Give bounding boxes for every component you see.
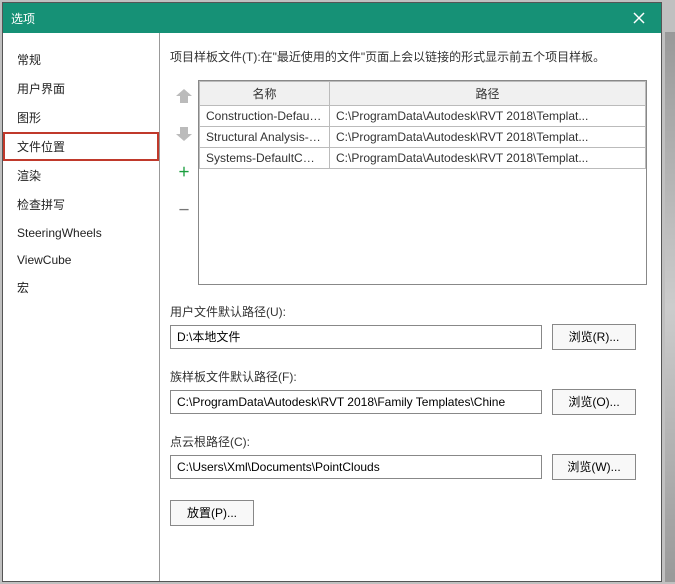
table-row[interactable]: Construction-Default... C:\ProgramData\A… xyxy=(200,105,646,126)
pointcloud-path-browse-button[interactable]: 浏览(W)... xyxy=(552,454,636,480)
col-header-name[interactable]: 名称 xyxy=(200,81,330,105)
close-button[interactable] xyxy=(617,3,661,33)
options-dialog: 选项 常规 用户界面 图形 文件位置 渲染 检查拼写 SteeringWheel… xyxy=(2,2,662,582)
user-path-label: 用户文件默认路径(U): xyxy=(170,303,647,320)
table-row[interactable]: Structural Analysis-D... C:\ProgramData\… xyxy=(200,126,646,147)
window-title: 选项 xyxy=(11,10,35,27)
sidebar-item-macros[interactable]: 宏 xyxy=(3,273,159,302)
plus-icon: ＋ xyxy=(178,163,190,180)
user-path-browse-button[interactable]: 浏览(R)... xyxy=(552,324,636,350)
cell-name: Structural Analysis-D... xyxy=(200,126,330,147)
template-table[interactable]: 名称 路径 Construction-Default... C:\Program… xyxy=(198,80,647,285)
cell-path: C:\ProgramData\Autodesk\RVT 2018\Templat… xyxy=(330,105,646,126)
cell-path: C:\ProgramData\Autodesk\RVT 2018\Templat… xyxy=(330,126,646,147)
remove-template-button[interactable]: － xyxy=(172,198,196,222)
cell-path: C:\ProgramData\Autodesk\RVT 2018\Templat… xyxy=(330,147,646,168)
sidebar-item-label: ViewCube xyxy=(17,253,71,267)
minus-icon: － xyxy=(178,201,190,218)
add-template-button[interactable]: ＋ xyxy=(172,160,196,184)
sidebar-item-label: 检查拼写 xyxy=(17,198,65,212)
family-path-input[interactable] xyxy=(170,390,542,414)
sidebar-item-label: 渲染 xyxy=(17,169,41,183)
template-description: 项目样板文件(T):在"最近使用的文件"页面上会以链接的形式显示前五个项目样板。 xyxy=(170,49,647,66)
pointcloud-path-group: 点云根路径(C): 浏览(W)... xyxy=(170,433,647,480)
sidebar-item-label: 用户界面 xyxy=(17,82,65,96)
sidebar-item-general[interactable]: 常规 xyxy=(3,45,159,74)
sidebar-item-steeringwheels[interactable]: SteeringWheels xyxy=(3,219,159,246)
sidebar-item-rendering[interactable]: 渲染 xyxy=(3,161,159,190)
sidebar-item-label: 图形 xyxy=(17,111,41,125)
cell-name: Systems-DefaultCHS... xyxy=(200,147,330,168)
family-path-label: 族样板文件默认路径(F): xyxy=(170,368,647,385)
background-strip xyxy=(665,32,675,582)
sidebar-item-label: 文件位置 xyxy=(17,140,65,154)
user-path-input[interactable] xyxy=(170,325,542,349)
pointcloud-path-label: 点云根路径(C): xyxy=(170,433,647,450)
move-down-icon xyxy=(175,125,193,143)
table-row[interactable]: Systems-DefaultCHS... C:\ProgramData\Aut… xyxy=(200,147,646,168)
sidebar-item-spellcheck[interactable]: 检查拼写 xyxy=(3,190,159,219)
dialog-body: 常规 用户界面 图形 文件位置 渲染 检查拼写 SteeringWheels V… xyxy=(3,33,661,581)
cell-name: Construction-Default... xyxy=(200,105,330,126)
sidebar-item-viewcube[interactable]: ViewCube xyxy=(3,246,159,273)
sidebar-item-label: 宏 xyxy=(17,281,29,295)
sidebar-item-label: 常规 xyxy=(17,53,41,67)
user-path-group: 用户文件默认路径(U): 浏览(R)... xyxy=(170,303,647,350)
col-header-path[interactable]: 路径 xyxy=(330,81,646,105)
move-down-button[interactable] xyxy=(172,122,196,146)
pointcloud-path-input[interactable] xyxy=(170,455,542,479)
sidebar: 常规 用户界面 图形 文件位置 渲染 检查拼写 SteeringWheels V… xyxy=(3,33,160,581)
sidebar-item-file-locations[interactable]: 文件位置 xyxy=(3,132,159,161)
template-tools: ＋ － xyxy=(170,80,198,285)
sidebar-item-ui[interactable]: 用户界面 xyxy=(3,74,159,103)
sidebar-item-label: SteeringWheels xyxy=(17,226,102,240)
move-up-icon xyxy=(175,87,193,105)
sidebar-item-graphics[interactable]: 图形 xyxy=(3,103,159,132)
move-up-button[interactable] xyxy=(172,84,196,108)
place-button[interactable]: 放置(P)... xyxy=(170,500,254,526)
close-icon xyxy=(633,12,645,24)
template-section: ＋ － 名称 路径 Construction-Defaul xyxy=(170,80,647,285)
family-path-group: 族样板文件默认路径(F): 浏览(O)... xyxy=(170,368,647,415)
titlebar: 选项 xyxy=(3,3,661,33)
content-panel: 项目样板文件(T):在"最近使用的文件"页面上会以链接的形式显示前五个项目样板。… xyxy=(160,33,661,581)
family-path-browse-button[interactable]: 浏览(O)... xyxy=(552,389,636,415)
